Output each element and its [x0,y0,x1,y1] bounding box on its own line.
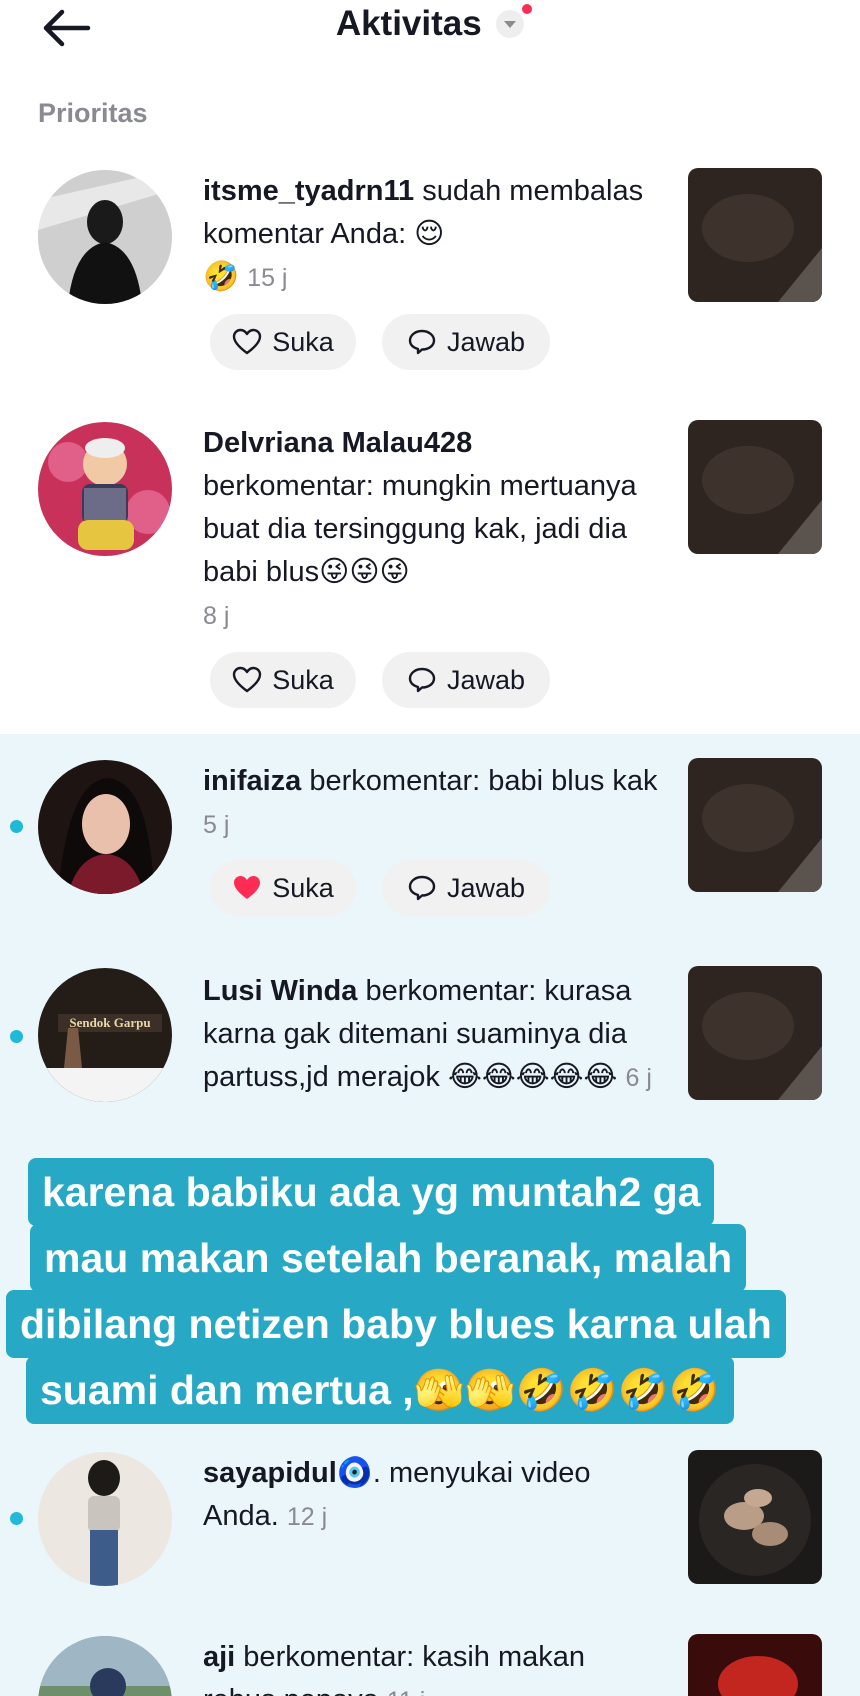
reply-button[interactable]: Jawab [382,652,550,708]
video-thumbnail[interactable] [688,966,822,1100]
video-thumbnail[interactable] [688,1634,822,1696]
video-thumbnail[interactable] [688,758,822,892]
comment-bubble-icon [408,875,436,901]
username[interactable]: Lusi Winda [203,975,357,1007]
reply-button[interactable]: Jawab [382,314,550,370]
unread-dot [10,1030,23,1043]
avatar[interactable] [38,1452,172,1586]
notification-text: sayapidul🧿. menyukai video Anda. 12 j [203,1452,663,1539]
username[interactable]: inifaiza [203,765,301,797]
section-label: Prioritas [38,98,148,128]
notification-dot [522,4,533,14]
comment-bubble-icon [408,667,436,693]
timestamp: 8 j [203,602,230,630]
username[interactable]: aji [203,1641,235,1673]
like-button[interactable]: Suka [210,314,356,370]
notification-text: inifaiza berkomentar: babi blus kak 5 j [203,760,663,847]
avatar[interactable]: Sendok Garpu [38,968,172,1102]
heart-filled-icon [234,876,261,899]
unread-dot [10,820,23,833]
like-label: Suka [272,664,334,695]
title-dropdown[interactable]: Aktivitas [0,4,860,44]
chevron-down-icon [496,4,533,38]
like-label: Suka [272,872,334,903]
comment-bubble-icon [408,329,436,355]
reply-label: Jawab [446,326,526,357]
username[interactable]: Delvriana Malau428 [203,427,472,459]
timestamp: 11 j [387,1687,425,1696]
like-button[interactable]: Suka [210,860,356,916]
message: berkomentar: mungkin mertuanya buat dia … [203,470,637,588]
notification-text: itsme_tyadrn11 sudah membalas komentar A… [203,170,663,300]
video-thumbnail[interactable] [688,1450,822,1584]
heart-icon [233,666,262,693]
video-thumbnail[interactable] [688,168,822,302]
like-label: Suka [272,326,334,357]
caption-line: karena babiku ada yg muntah2 ga [28,1158,715,1226]
notification-text: Delvriana Malau428 berkomentar: mungkin … [203,422,663,638]
notification-text: aji berkomentar: kasih makan rebus pepay… [203,1636,663,1696]
caption-line: mau makan setelah beranak, malah [30,1224,747,1292]
avatar-logo-text: Sendok Garpu [69,1015,150,1030]
username[interactable]: itsme_tyadrn11 [203,175,414,207]
like-button[interactable]: Suka [210,652,356,708]
timestamp: 6 j [625,1064,652,1092]
reply-button[interactable]: Jawab [382,860,550,916]
avatar[interactable] [38,760,172,894]
top-bar: Aktivitas [0,0,860,58]
avatar[interactable] [38,422,172,556]
reply-label: Jawab [446,664,526,695]
notification-text: Lusi Winda berkomentar: kurasa karna gak… [203,970,663,1100]
timestamp: 15 j [247,264,288,292]
avatar[interactable] [38,170,172,304]
message-tail: 🤣 [203,261,240,293]
caption-line: suami dan mertua ,🫣🫣🤣🤣🤣🤣 [26,1356,734,1424]
timestamp: 5 j [203,811,230,839]
reply-label: Jawab [446,872,526,903]
video-thumbnail[interactable] [688,420,822,554]
overlay-caption: karena babiku ada yg muntah2 ga mau maka… [0,1132,860,1432]
username[interactable]: sayapidul🧿 [203,1457,373,1489]
caption-line: dibilang netizen baby blues karna ulah [6,1290,786,1358]
page-title: Aktivitas [335,4,482,43]
timestamp: 12 j [286,1503,328,1531]
unread-dot [10,1512,23,1525]
message: berkomentar: babi blus kak [301,765,658,797]
heart-icon [233,328,262,355]
